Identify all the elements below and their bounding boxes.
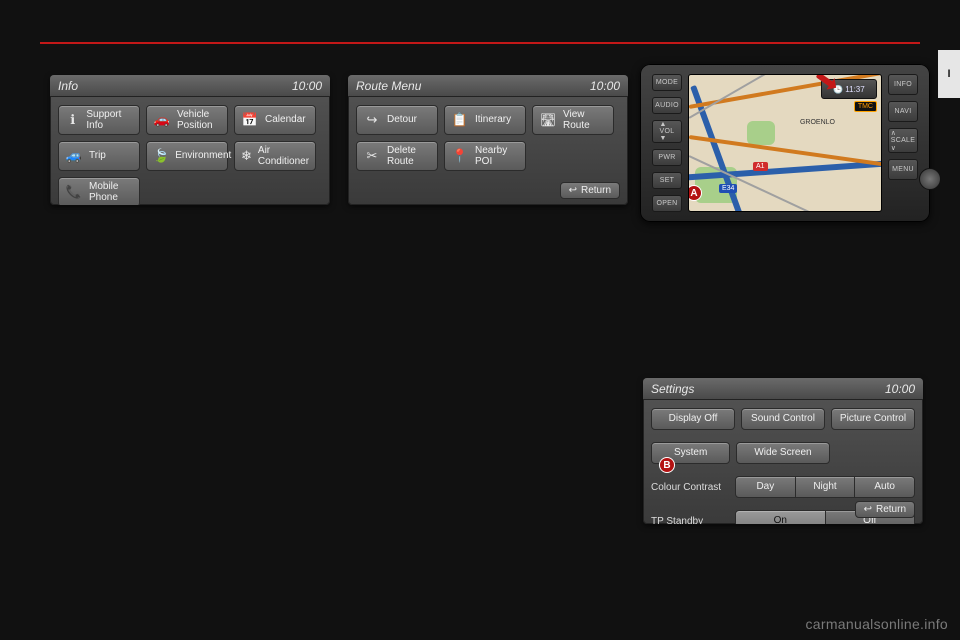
device-left-buttons: MODE AUDIO ▲ VOL ▼ PWR SET OPEN (652, 74, 682, 212)
route-btn-delete-route[interactable]: ✂ Delete Route (356, 141, 438, 171)
route-btn-label: Detour (387, 114, 417, 126)
list-icon: 📋 (451, 111, 469, 129)
settings-title: Settings (651, 382, 694, 396)
route-btn-label: Delete Route (387, 145, 416, 168)
route-btn-nearby-poi[interactable]: 📍 Nearby POI (444, 141, 526, 171)
sound-control-button[interactable]: Sound Control (741, 408, 825, 430)
nav-device: MODE AUDIO ▲ VOL ▼ PWR SET OPEN E34 A1 G… (640, 64, 930, 222)
device-screen[interactable]: E34 A1 GROENLO 🕒11:37 TMC A (688, 74, 882, 212)
info-btn-label: Calendar (265, 114, 306, 126)
route-body: ↪ Detour 📋 Itinerary 🛣 View Route ✂ Dele… (348, 97, 628, 179)
picture-control-button[interactable]: Picture Control (831, 408, 915, 430)
info-btn-support-info[interactable]: ℹ Support Info (58, 105, 140, 135)
info-btn-label: Air Conditioner (258, 145, 309, 168)
route-btn-label: Itinerary (475, 114, 511, 126)
info-panel: Info 10:00 ℹ Support Info 🚗 Vehicle Posi… (50, 75, 330, 205)
info-btn-mobile-phone[interactable]: 📞 Mobile Phone (58, 177, 140, 205)
watermark: carmanualsonline.info (806, 616, 949, 632)
delete-icon: ✂ (363, 147, 381, 165)
route-btn-detour[interactable]: ↪ Detour (356, 105, 438, 135)
detour-icon: ↪ (363, 111, 381, 129)
info-btn-label: Environment (175, 150, 231, 162)
return-icon: ↩ (864, 504, 872, 515)
scale-rocker[interactable]: ∧ SCALE ∨ (888, 128, 918, 153)
navi-button[interactable]: NAVI (888, 101, 918, 122)
tp-standby-label: TP Standby (651, 516, 729, 525)
info-icon: ℹ (65, 111, 80, 129)
road-shield: A1 (753, 162, 768, 171)
mode-button[interactable]: MODE (652, 74, 682, 91)
route-btn-view-route[interactable]: 🛣 View Route (532, 105, 614, 135)
audio-button[interactable]: AUDIO (652, 97, 682, 114)
info-titlebar: Info 10:00 (50, 75, 330, 97)
route-btn-itinerary[interactable]: 📋 Itinerary (444, 105, 526, 135)
device-right-buttons: INFO NAVI ∧ SCALE ∨ MENU (888, 74, 918, 212)
map-view[interactable]: E34 A1 GROENLO 🕒11:37 TMC (689, 75, 881, 211)
info-hard-button[interactable]: INFO (888, 74, 918, 95)
road-shield: E34 (719, 184, 737, 193)
info-btn-label: Support Info (86, 109, 133, 132)
callout-badge-b: B (659, 457, 675, 473)
calendar-icon: 📅 (241, 111, 259, 129)
return-label: Return (581, 185, 611, 196)
settings-titlebar: Settings 10:00 (643, 378, 923, 400)
info-btn-label: Mobile Phone (89, 181, 118, 204)
settings-footer: ↩ Return (855, 501, 915, 518)
set-button[interactable]: SET (652, 172, 682, 189)
route-title: Route Menu (356, 79, 421, 93)
volume-rocker[interactable]: ▲ VOL ▼ (652, 120, 682, 143)
return-label: Return (876, 504, 906, 515)
map-clock-value: 11:37 (845, 85, 864, 94)
route-clock: 10:00 (590, 79, 620, 93)
settings-clock: 10:00 (885, 382, 915, 396)
page-tab: I (938, 50, 960, 98)
info-btn-environment[interactable]: 🍃 Environment (146, 141, 228, 171)
header-divider (40, 42, 920, 44)
info-body: ℹ Support Info 🚗 Vehicle Position 📅 Cale… (50, 97, 330, 205)
colour-auto[interactable]: Auto (855, 476, 915, 498)
open-button[interactable]: OPEN (652, 195, 682, 212)
tmc-chip[interactable]: TMC (854, 101, 877, 112)
town-label: GROENLO (800, 119, 835, 126)
info-btn-vehicle-position[interactable]: 🚗 Vehicle Position (146, 105, 228, 135)
return-button[interactable]: ↩ Return (560, 182, 620, 199)
return-button[interactable]: ↩ Return (855, 501, 915, 518)
trip-icon: 🚙 (65, 147, 83, 165)
display-off-button[interactable]: Display Off (651, 408, 735, 430)
info-btn-label: Vehicle Position (177, 109, 213, 132)
tp-on[interactable]: On (735, 510, 826, 524)
route-footer: ↩ Return (560, 182, 620, 199)
rotary-dial[interactable] (919, 168, 941, 190)
route-btn-label: View Route (563, 109, 590, 132)
info-btn-calendar[interactable]: 📅 Calendar (234, 105, 316, 135)
route-panel: Route Menu 10:00 ↪ Detour 📋 Itinerary 🛣 … (348, 75, 628, 205)
power-button[interactable]: PWR (652, 149, 682, 166)
phone-icon: 📞 (65, 183, 83, 201)
return-icon: ↩ (569, 185, 577, 196)
route-icon: 🛣 (539, 111, 557, 129)
wide-screen-button[interactable]: Wide Screen (736, 442, 829, 464)
park-area (747, 121, 775, 145)
info-title: Info (58, 79, 78, 93)
settings-panel: Settings 10:00 Display Off Sound Control… (643, 378, 923, 524)
colour-night[interactable]: Night (796, 476, 856, 498)
leaf-icon: 🍃 (153, 147, 169, 165)
route-titlebar: Route Menu 10:00 (348, 75, 628, 97)
info-btn-label: Trip (89, 150, 106, 162)
info-clock: 10:00 (292, 79, 322, 93)
info-btn-trip[interactable]: 🚙 Trip (58, 141, 140, 171)
colour-contrast-label: Colour Contrast (651, 482, 729, 493)
menu-button[interactable]: MENU (888, 159, 918, 180)
car-icon: 🚗 (153, 111, 171, 129)
poi-icon: 📍 (451, 147, 469, 165)
dial-area (888, 186, 918, 212)
route-btn-label: Nearby POI (475, 145, 507, 168)
info-btn-air-conditioner[interactable]: ❄ Air Conditioner (234, 141, 316, 171)
snowflake-icon: ❄ (241, 147, 252, 165)
colour-day[interactable]: Day (735, 476, 796, 498)
